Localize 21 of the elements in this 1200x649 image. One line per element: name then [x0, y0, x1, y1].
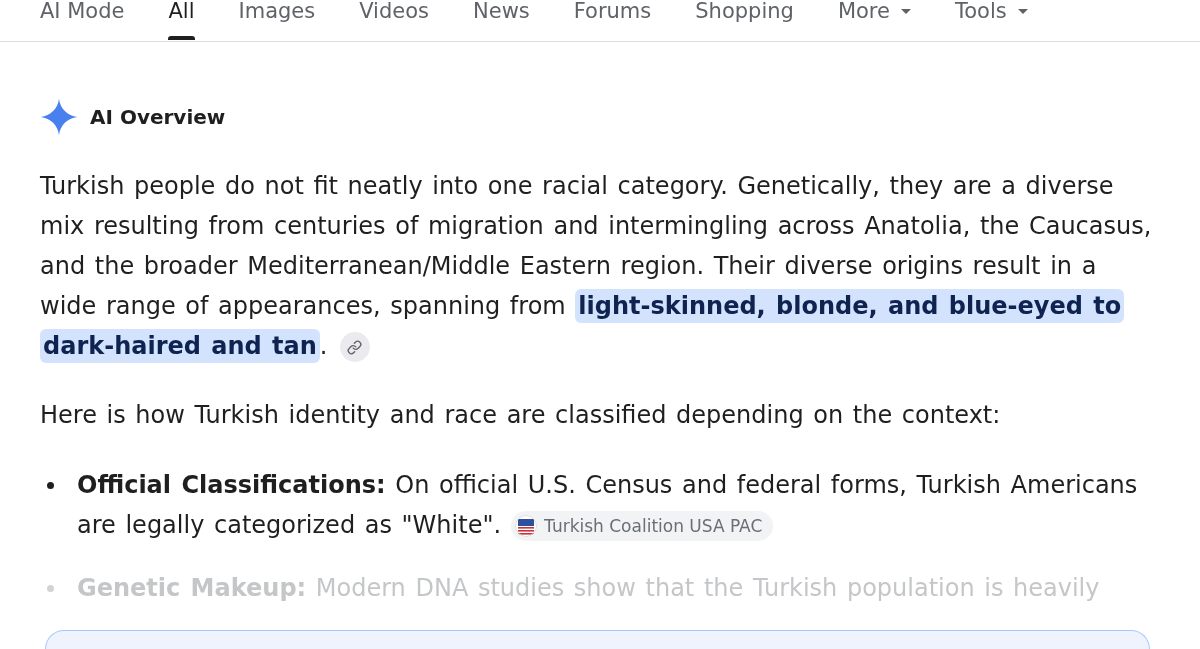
overview-paragraph: Turkish people do not fit neatly into one racial category. Genetically, they are a diverse mix resulting from centuries of migration and intermingling across Anatolia, the Caucasus, and the broader Mediterranean/Middle Eastern region. Their diverse origins result in a wide range of appearances, spanning from light-skinned, blonde, and blue-eyed to dark-haired and tan.	[40, 166, 1156, 366]
nav-tab[interactable]: Shopping	[695, 0, 794, 41]
nav-tab[interactable]: All	[168, 0, 195, 41]
nav-tab[interactable]: Forums	[573, 0, 652, 41]
nav-tab[interactable]: AI Mode	[40, 0, 125, 41]
sparkle-icon	[40, 98, 78, 136]
bullet-icon	[47, 482, 54, 489]
link-icon	[347, 339, 362, 355]
overview-title: AI Overview	[90, 105, 226, 129]
link-button[interactable]	[339, 332, 370, 362]
bullet-icon	[47, 585, 54, 592]
nav-tab[interactable]: Tools	[954, 0, 1028, 41]
flag-logo-icon	[515, 515, 538, 537]
nav-tab[interactable]: Videos	[359, 0, 429, 41]
overview-paragraph: Here is how Turkish identity and race are classified depending on the context:	[40, 400, 1002, 431]
nav-tab[interactable]: More	[837, 0, 911, 41]
nav-tab[interactable]: Images	[238, 0, 316, 41]
list-item-text: Official Classifications: On official U.S. Census and federal forms, Turkish Americans are legally categorized as "White". Turkish Coalition USA PAC	[77, 470, 1139, 543]
source-chip[interactable]: Turkish Coalition USA PAC	[511, 511, 774, 541]
list-item-text: Genetic Makeup: Modern DNA studies show that the Turkish population is heavily	[77, 573, 1101, 604]
nav-tab[interactable]: News	[473, 0, 530, 41]
